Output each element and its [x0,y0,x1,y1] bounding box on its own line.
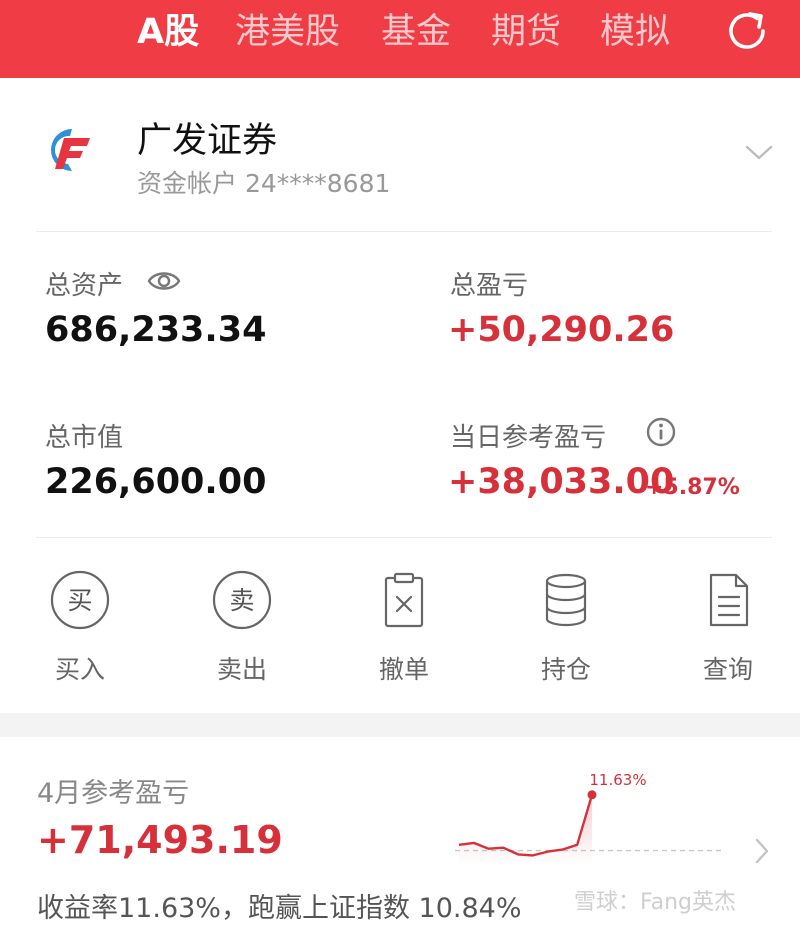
cancel-order-label: 撤单 [378,655,429,684]
svg-text:买: 买 [67,586,92,615]
gf-logo [51,129,90,171]
tab-funds[interactable]: 基金 [381,10,451,54]
market-tab-bar: A股 港美股 基金 期货 模拟 [0,0,800,78]
daily-pnl-percent: +5.87% [645,475,740,500]
daily-pnl-value: +38,033.00 [448,462,675,502]
monthly-return-summary: 收益率11.63%，跑赢上证指数 10.84% [37,893,522,924]
tab-a-shares[interactable]: A股 [137,10,199,54]
info-icon[interactable] [645,416,677,448]
tab-futures[interactable]: 期货 [491,10,561,54]
monthly-pnl-chart[interactable]: 11.63% [455,765,730,875]
chevron-down-icon[interactable] [742,142,776,164]
sell-icon: 卖 [212,570,272,630]
broker-name[interactable]: 广发证券 [137,112,277,163]
market-value-label: 总市值 [45,423,124,453]
chart-peak-label: 11.63% [589,771,646,789]
monthly-pnl-label: 4月参考盈亏 [37,778,190,809]
positions-button[interactable]: 持仓 [506,570,626,690]
refresh-icon[interactable] [724,8,770,54]
chart-peak-point [587,790,597,800]
cancel-order-button[interactable]: 撤单 [344,570,464,690]
buy-button[interactable]: 买 买入 [20,570,140,690]
chevron-right-icon[interactable] [752,836,772,866]
total-pnl-label: 总盈亏 [450,271,529,301]
total-assets-value: 686,233.34 [45,310,267,350]
tab-simulation[interactable]: 模拟 [600,10,670,54]
watermark: 雪球：Fang英杰 [574,890,737,915]
buy-label: 买入 [54,655,105,684]
total-assets-label: 总资产 [45,271,124,301]
positions-label: 持仓 [540,655,591,684]
svg-text:卖: 卖 [229,586,254,615]
tab-hk-us-shares[interactable]: 港美股 [235,10,340,54]
sell-button[interactable]: 卖 卖出 [182,570,302,690]
total-pnl-value: +50,290.26 [448,310,675,350]
market-value-value: 226,600.00 [45,462,267,502]
eye-icon[interactable] [147,268,181,294]
query-button[interactable]: 查询 [668,570,788,690]
daily-pnl-label: 当日参考盈亏 [450,423,607,453]
positions-icon [545,573,587,627]
query-label: 查询 [702,655,753,684]
cancel-order-icon [384,572,424,628]
monthly-pnl-value: +71,493.19 [37,818,283,862]
account-number: 资金帐户 24****8681 [137,169,391,198]
section-separator [0,713,800,737]
divider [36,537,772,538]
query-icon [709,573,749,627]
buy-icon: 买 [50,570,110,630]
sell-label: 卖出 [216,655,267,684]
divider [36,231,772,232]
